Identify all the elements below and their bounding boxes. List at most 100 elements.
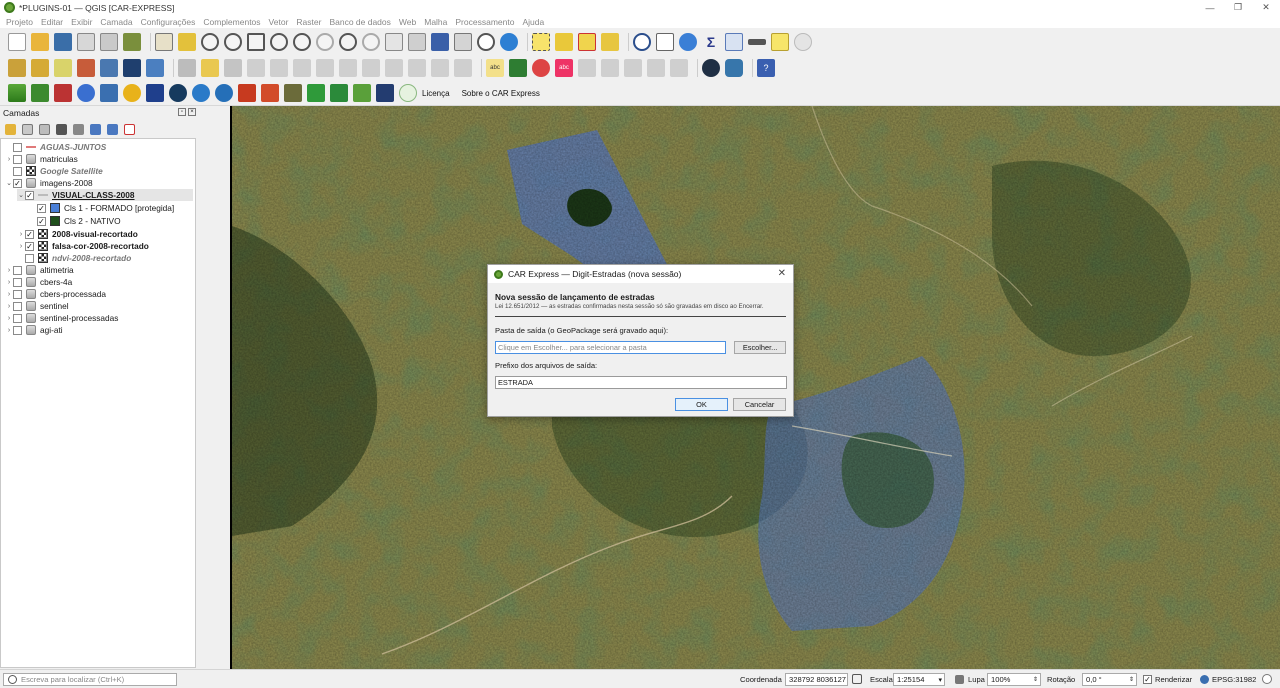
paste-features-icon[interactable] [408, 58, 426, 77]
layer-checkbox[interactable]: ✓ [25, 241, 34, 251]
layer-checkbox[interactable] [13, 142, 22, 152]
dialog-close-icon[interactable]: ✕ [778, 268, 786, 279]
new-map-view-icon[interactable] [385, 32, 403, 51]
zoom-native-icon[interactable] [316, 32, 334, 51]
legend-class-row[interactable]: ✓ Cls 2 - NATIVO [37, 215, 121, 227]
layer-checkbox[interactable] [13, 325, 22, 335]
car-fire-icon[interactable] [238, 84, 256, 102]
layer-row[interactable]: › altimetria [5, 264, 74, 276]
class-checkbox[interactable]: ✓ [37, 203, 46, 213]
layer-row[interactable]: › cbers-processada [5, 288, 106, 300]
deselect-all-icon[interactable] [578, 32, 596, 51]
car-layers-icon[interactable] [100, 84, 118, 102]
zoom-full-icon[interactable] [247, 32, 265, 51]
save-edits-icon[interactable] [224, 58, 242, 77]
select-by-location-icon[interactable] [601, 32, 619, 51]
locate-icon[interactable] [794, 32, 812, 51]
network-tool-icon[interactable] [702, 58, 720, 77]
collapse-all-icon[interactable] [107, 123, 118, 135]
add-wfs-layer-icon[interactable] [123, 58, 141, 77]
menu-camada[interactable]: Camada [100, 17, 132, 27]
layer-checkbox[interactable]: ✓ [13, 178, 22, 188]
remove-layer-icon[interactable] [124, 123, 135, 135]
layer-styling-icon[interactable] [5, 123, 16, 135]
change-label-icon[interactable] [624, 58, 642, 77]
cancel-button[interactable]: Cancelar [733, 398, 786, 411]
restore-button[interactable]: ❐ [1224, 0, 1252, 15]
menu-web[interactable]: Web [399, 17, 416, 27]
delete-selected-icon[interactable] [339, 58, 357, 77]
choose-folder-button[interactable]: Escolher... [734, 341, 786, 354]
car-tree-icon[interactable] [307, 84, 325, 102]
menu-projeto[interactable]: Projeto [6, 17, 33, 27]
identify-icon[interactable] [633, 32, 651, 51]
layer-checkbox[interactable] [13, 289, 22, 299]
menu-raster[interactable]: Raster [296, 17, 321, 27]
render-toggle[interactable]: ✓ Renderizar [1143, 673, 1192, 686]
output-folder-field[interactable]: Clique em Escolher... para selecionar a … [495, 341, 727, 354]
save-project-icon[interactable] [54, 32, 72, 51]
car-sun-icon[interactable] [123, 84, 141, 102]
move-label-icon[interactable] [578, 58, 596, 77]
minimize-button[interactable]: — [1196, 0, 1224, 15]
map-tips-icon[interactable] [771, 32, 789, 51]
rotate-label-icon[interactable] [601, 58, 619, 77]
car-forest-icon[interactable] [330, 84, 348, 102]
car-terrain-icon[interactable] [284, 84, 302, 102]
car-search-icon[interactable] [192, 84, 210, 102]
manage-themes-icon[interactable] [39, 123, 50, 135]
car-road-icon[interactable] [399, 84, 417, 102]
scale-combo[interactable]: 1:25154 ▾ [893, 673, 945, 686]
class-checkbox[interactable]: ✓ [37, 216, 46, 226]
menu-editar[interactable]: Editar [41, 17, 63, 27]
rotation-spinbox[interactable]: 0,0 ° ⇕ [1082, 673, 1137, 686]
layer-row[interactable]: › matriculas [5, 153, 78, 165]
temporal-controller-icon[interactable] [477, 32, 495, 51]
magnifier-spinbox[interactable]: 100% ⇕ [987, 673, 1041, 686]
open-project-icon[interactable] [31, 32, 49, 51]
menu-processamento[interactable]: Processamento [455, 17, 514, 27]
about-car-express-link[interactable]: Sobre o CAR Express [462, 89, 540, 98]
pin-labels-icon[interactable] [532, 58, 550, 77]
undo-icon[interactable] [431, 58, 449, 77]
new-print-layout-icon[interactable] [77, 32, 95, 51]
show-bookmarks-icon[interactable] [454, 32, 472, 51]
layer-checkbox[interactable]: ✓ [25, 190, 34, 200]
pan-to-selection-icon[interactable] [178, 32, 196, 51]
layer-checkbox[interactable] [25, 253, 34, 263]
unpinned-labels-icon[interactable] [670, 58, 688, 77]
car-gear-icon[interactable] [77, 84, 95, 102]
copy-features-icon[interactable] [385, 58, 403, 77]
layer-checkbox[interactable] [13, 313, 22, 323]
zoom-selection-icon[interactable] [270, 32, 288, 51]
layer-row[interactable]: › cbers-4a [5, 276, 72, 288]
layer-checkbox[interactable] [13, 301, 22, 311]
modify-attributes-icon[interactable] [293, 58, 311, 77]
digitize-icon[interactable] [247, 58, 265, 77]
current-edits-icon[interactable] [178, 58, 196, 77]
lock-icon[interactable] [955, 675, 964, 684]
move-feature-icon[interactable] [316, 58, 334, 77]
menu-configuracoes[interactable]: Configurações [141, 17, 196, 27]
zoom-out-icon[interactable] [224, 32, 242, 51]
layer-checkbox[interactable] [13, 166, 22, 176]
toggle-editing-icon[interactable] [201, 58, 219, 77]
filter-by-expression-icon[interactable] [73, 123, 84, 135]
car-digit-icon[interactable] [31, 84, 49, 102]
style-manager-icon[interactable] [123, 32, 141, 51]
new-project-icon[interactable] [8, 32, 26, 51]
vertex-tool-icon[interactable] [270, 58, 288, 77]
car-express-plugin-icon[interactable] [8, 84, 26, 102]
open-table-icon[interactable] [725, 32, 743, 51]
show-hide-labels-icon[interactable]: abc [555, 58, 573, 77]
add-delimited-text-icon[interactable] [54, 58, 72, 77]
select-features-icon[interactable] [532, 32, 550, 51]
layer-checkbox[interactable] [13, 265, 22, 275]
add-group-icon[interactable] [22, 123, 33, 135]
select-by-value-icon[interactable] [555, 32, 573, 51]
layer-row[interactable]: › ✓ 2008-visual-recortado [17, 228, 138, 240]
layer-row-selected[interactable]: ⌄ ✓ VISUAL-CLASS-2008 [17, 189, 193, 201]
expand-all-icon[interactable] [90, 123, 101, 135]
diagram-options-icon[interactable] [509, 58, 527, 77]
menu-vetor[interactable]: Vetor [269, 17, 289, 27]
